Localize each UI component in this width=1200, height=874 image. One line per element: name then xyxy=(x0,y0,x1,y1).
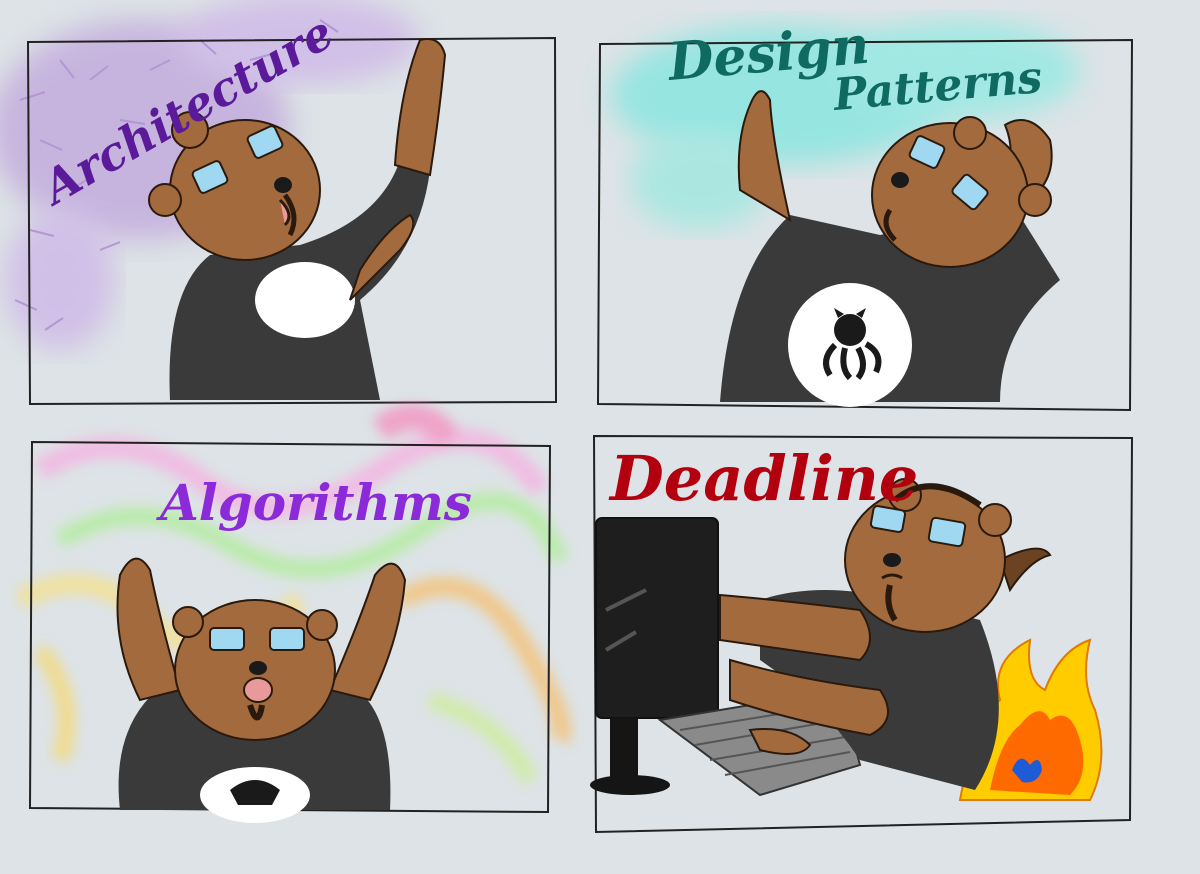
bear-character xyxy=(116,557,407,823)
panel-algorithms: Algorithms xyxy=(15,404,572,823)
panel-design-patterns: Design Patterns xyxy=(596,15,1134,412)
panel-architecture: Architecture xyxy=(0,0,558,406)
caption-algorithms: Algorithms xyxy=(156,473,472,532)
caption-deadline: Deadline xyxy=(608,442,918,515)
comic-strip: Architecture Design Patterns Algorithms … xyxy=(0,0,1200,874)
panel-deadline: Deadline xyxy=(590,434,1134,834)
computer-monitor xyxy=(590,517,719,795)
comic-canvas: Architecture Design Patterns Algorithms … xyxy=(0,0,1134,834)
